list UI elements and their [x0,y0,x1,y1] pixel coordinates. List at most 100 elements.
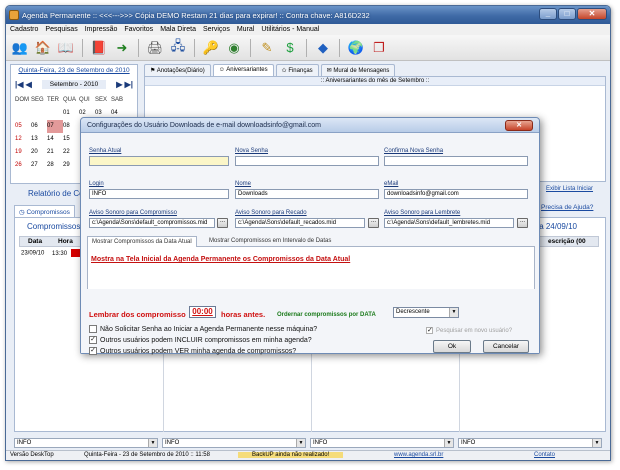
senha-atual-field[interactable] [89,156,229,166]
window-title: Agenda Permanente :: <<<--->>> Cópia DEM… [22,10,370,20]
chevron-down-icon[interactable]: ▼ [444,439,453,447]
tab-intervalo-datas[interactable]: Mostrar Compromissos em Intervalo de Dat… [205,236,335,247]
calendar-day[interactable]: 01 [63,107,79,120]
calendar-day[interactable]: 14 [47,133,63,146]
user-combo-3[interactable]: INFO ▼ [310,438,454,448]
menu-impressao[interactable]: Impressão [85,26,118,33]
user-combo-4[interactable]: INFO ▼ [458,438,602,448]
calendar-day[interactable]: 08 [63,120,79,133]
status-contato-link[interactable]: Contato [534,452,555,458]
chevron-down-icon[interactable]: ▼ [449,308,458,317]
nome-field[interactable]: Downloads [235,189,379,199]
user-combo-1[interactable]: INFO ▼ [14,438,158,448]
combo-value: INFO [313,440,328,446]
menu-servicos[interactable]: Serviços [203,26,230,33]
user-combo-2[interactable]: INFO ▼ [162,438,306,448]
chevron-down-icon[interactable]: ▼ [148,439,157,447]
tab-aniversariantes[interactable]: ☺ Aniversariantes [212,64,274,76]
aviso-compromisso-browse-button[interactable]: ... [217,218,228,228]
menu-pesquisas[interactable]: Pesquisas [45,26,77,33]
calendar-day[interactable]: 15 [63,133,79,146]
close-button[interactable]: ✕ [577,8,607,20]
column-hora[interactable]: Hora [58,238,73,245]
calendar-date-link[interactable]: Quinta-Feira, 23 de Setembro de 2010 [11,67,137,74]
menu-mural[interactable]: Mural [237,26,255,33]
aniversariantes-header: :: Aniversariantes do mês de Setembro :: [145,77,605,86]
aviso-lembrete-browse-button[interactable]: ... [517,218,528,228]
help-disc-icon[interactable]: ◉ [224,38,244,58]
dialog-close-button[interactable]: ✕ [505,120,533,131]
dialog-title-bar[interactable]: Configurações do Usuário Downloads de e-… [81,118,539,133]
checkbox-checked[interactable]: ✓ [89,347,97,355]
tab-financas[interactable]: ✩ Finanças [275,64,319,76]
calendar-day[interactable]: 06 [31,120,47,133]
aviso-compromisso-field[interactable]: c:\Agenda\Sons\default_compromissos.mid [89,218,215,228]
tab-data-atual[interactable]: Mostrar Compromissos da Data Atual [87,236,197,247]
priority-marker [70,249,80,257]
calendar-day[interactable]: 29 [63,159,79,172]
mostrar-compromissos-text: Mostra na Tela Inicial da Agenda Permane… [91,256,351,263]
checkbox-unchecked[interactable] [89,325,97,333]
chevron-down-icon[interactable]: ▼ [296,439,305,447]
calendar-day[interactable]: 22 [63,146,79,159]
status-site-link[interactable]: www.agenda.srl.br [394,452,443,458]
calendar-day[interactable]: 19 [15,146,31,159]
network-icon[interactable]: 🖧 [168,38,188,58]
calendar-day[interactable]: 12 [15,133,31,146]
menu-utilitarios[interactable]: Utilitários - Manual [261,26,319,33]
title-bar[interactable]: Agenda Permanente :: <<<--->>> Cópia DEM… [6,6,610,24]
aviso-recado-browse-button[interactable]: ... [368,218,379,228]
calendar-day[interactable]: 28 [47,159,63,172]
column-descricao[interactable]: escrição (00 [548,238,586,245]
check-nao-solicitar-senha[interactable]: Não Solicitar Senha ao Iniciar a Agenda … [89,325,317,333]
calendar-day[interactable]: 21 [47,146,63,159]
ajuda-link[interactable]: Precisa de Ajuda? [541,204,593,211]
next-month-icon[interactable]: ▶ ▶| [116,80,133,89]
calendar-day[interactable]: 05 [15,120,31,133]
check-ver-agenda[interactable]: ✓ Outros usuários podem VER minha agenda … [89,347,296,355]
confirma-senha-field[interactable] [384,156,528,166]
ordem-select[interactable]: Decrescente ▼ [393,307,459,318]
key-icon[interactable]: 🔑 [201,38,221,58]
chevron-down-icon[interactable]: ▼ [592,439,601,447]
calendar-day[interactable]: 27 [31,159,47,172]
email-field[interactable]: downloadsinfo@gmail.com [384,189,528,199]
column-data[interactable]: Data [28,238,42,245]
tab-anotacoes[interactable]: ⚑ Anotações(Diário) [144,64,211,76]
menu-cadastro[interactable]: Cadastro [10,26,38,33]
book-icon[interactable]: 📖 [56,38,76,58]
tab-mural[interactable]: ✉ Mural de Mensagens [320,64,396,76]
cancel-button[interactable]: Cancelar [483,340,529,353]
printer-icon[interactable]: 🖨 [145,38,165,58]
login-field[interactable]: INFO [89,189,229,199]
check-incluir-compromissos[interactable]: ✓ Outros usuários podem INCLUIR compromis… [89,336,312,344]
table-row[interactable]: 23/09/10 13:30 [21,249,80,257]
checkbox-checked[interactable]: ✓ [89,336,97,344]
aviso-recado-field[interactable]: c:\Agenda\Sons\default_recados.mid [235,218,365,228]
pencil-icon[interactable]: ✎ [257,38,277,58]
home-icon[interactable]: 🏠 [33,38,53,58]
calendar-day[interactable]: 26 [15,159,31,172]
aviso-lembrete-field[interactable]: c:\Agenda\Sons\default_lembretes.mid [384,218,514,228]
notebook-icon[interactable]: 📕 [89,38,109,58]
exibir-link[interactable]: Exibir Lista Iniciar [546,186,593,192]
prev-month-icon[interactable]: |◀ ◀ [15,80,32,89]
globe-icon[interactable]: 🌍 [346,38,366,58]
calendar-day[interactable]: 13 [31,133,47,146]
nova-senha-field[interactable] [235,156,379,166]
calendar-day[interactable]: 20 [31,146,47,159]
weekday-label: TER [47,97,59,103]
calendar-day[interactable]: 07 [47,120,63,133]
dollar-icon[interactable]: $ [280,38,300,58]
new-window-icon[interactable]: ❐ [369,38,389,58]
menu-favoritos[interactable]: Favoritos [124,26,153,33]
menu-mala-direta[interactable]: Mala Direta [160,26,196,33]
diamond-icon[interactable]: ◆ [313,38,333,58]
users-icon[interactable]: 👥 [10,38,30,58]
ok-button[interactable]: Ok [433,340,471,353]
status-backup[interactable]: BackUP ainda não realizado! [238,452,344,458]
exit-icon[interactable]: ➜ [112,38,132,58]
minimize-button[interactable]: _ [539,8,557,20]
lembrar-time-field[interactable]: 00:00 [189,306,216,318]
maximize-button[interactable]: □ [558,8,576,20]
